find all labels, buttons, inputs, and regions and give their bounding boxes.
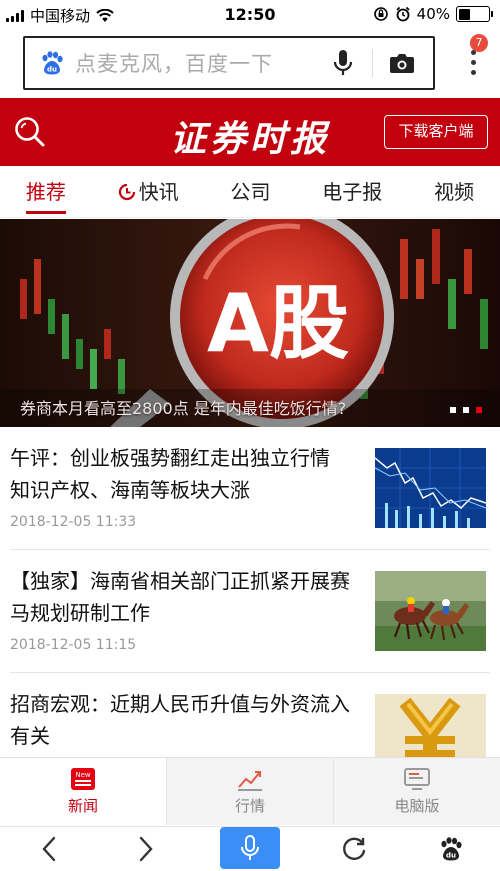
news-item[interactable]: 午评：创业板强势翻红走出独立行情 知识产权、海南等板块大涨 2018-12-05… [10, 428, 490, 550]
battery-percent: 40% [416, 5, 450, 23]
svg-text:du: du [47, 66, 57, 74]
refresh-icon [342, 837, 365, 860]
status-bar: 中国移动 12:50 40% [0, 0, 500, 28]
tab-e-paper[interactable]: 电子报 [322, 166, 382, 218]
back-button[interactable] [25, 829, 73, 869]
camera-icon[interactable] [389, 52, 415, 74]
forward-icon [140, 836, 154, 862]
search-input[interactable]: 点麦克风，百度一下 [75, 48, 332, 78]
carousel-dot-active[interactable] [476, 407, 482, 413]
desktop-icon [404, 768, 430, 790]
nav-news[interactable]: New 新闻 [0, 758, 167, 825]
news-date: 2018-12-05 11:33 [10, 514, 137, 530]
news-title[interactable]: 午评：创业板强势翻红走出独立行情 知识产权、海南等板块大涨 [10, 442, 355, 506]
horse-racing-image [375, 571, 486, 651]
carousel-dot[interactable] [450, 407, 456, 413]
news-item[interactable]: 【独家】海南省相关部门正抓紧开展赛马规划研制工作 2018-12-05 11:1… [10, 551, 490, 673]
orientation-lock-icon [373, 7, 388, 21]
baidu-home-button[interactable]: du [427, 829, 475, 869]
news-icon: New [71, 768, 95, 790]
headline-carousel[interactable]: A股 券商本月看高至2800点 是年内最佳吃饭行情? [0, 219, 500, 427]
market-trend-icon [238, 771, 262, 791]
tab-recommend[interactable]: 推荐 [25, 166, 66, 218]
tab-company[interactable]: 公司 [230, 166, 270, 218]
svg-text:du: du [446, 852, 456, 860]
carousel-indicators [450, 407, 482, 413]
nav-market[interactable]: 行情 [167, 758, 334, 825]
refresh-button[interactable] [330, 829, 378, 869]
nav-desktop-label: 电脑版 [394, 797, 440, 815]
nav-market-label: 行情 [234, 797, 265, 815]
news-title[interactable]: 招商宏观：近期人民币升值与外资流入有关 [10, 688, 355, 752]
back-icon [42, 836, 55, 862]
clock-icon [118, 183, 135, 200]
microphone-icon[interactable] [332, 48, 354, 78]
more-menu-icon[interactable] [470, 50, 476, 75]
notification-badge: 7 [470, 34, 488, 52]
download-app-button[interactable]: 下载客户端 [384, 115, 488, 149]
tab-video[interactable]: 视频 [434, 166, 474, 218]
news-title[interactable]: 【独家】海南省相关部门正抓紧开展赛马规划研制工作 [10, 565, 355, 629]
banner-headline: A股 [207, 277, 349, 370]
news-date: 2018-12-05 11:15 [10, 637, 137, 653]
browser-header: du 点麦克风，百度一下 7 [0, 28, 500, 98]
search-box[interactable]: du 点麦克风，百度一下 [23, 36, 435, 90]
app-bottom-nav: New 新闻 行情 电脑版 [0, 757, 500, 825]
svg-text:New: New [75, 771, 91, 779]
carousel-dot[interactable] [463, 407, 469, 413]
alarm-icon [396, 6, 410, 22]
divider [372, 49, 373, 77]
banner-caption: 券商本月看高至2800点 是年内最佳吃饭行情? [20, 399, 347, 418]
baidu-paw-icon: du [441, 837, 462, 861]
site-header: 证券时报 下载客户端 [0, 98, 500, 166]
nav-news-label: 新闻 [67, 797, 98, 815]
tab-flash-news[interactable]: 快讯 [118, 166, 179, 218]
baidu-logo-icon: du [42, 51, 63, 75]
nav-desktop[interactable]: 电脑版 [334, 758, 500, 825]
forward-button[interactable] [122, 829, 170, 869]
browser-toolbar: du [0, 826, 500, 871]
battery-level [458, 8, 471, 20]
battery-icon [456, 6, 493, 22]
voice-search-icon [240, 835, 259, 860]
voice-search-button[interactable] [219, 827, 280, 869]
channel-tabs: 推荐 快讯 公司 电子报 视频 [0, 166, 500, 218]
stock-chart-image [375, 448, 486, 528]
